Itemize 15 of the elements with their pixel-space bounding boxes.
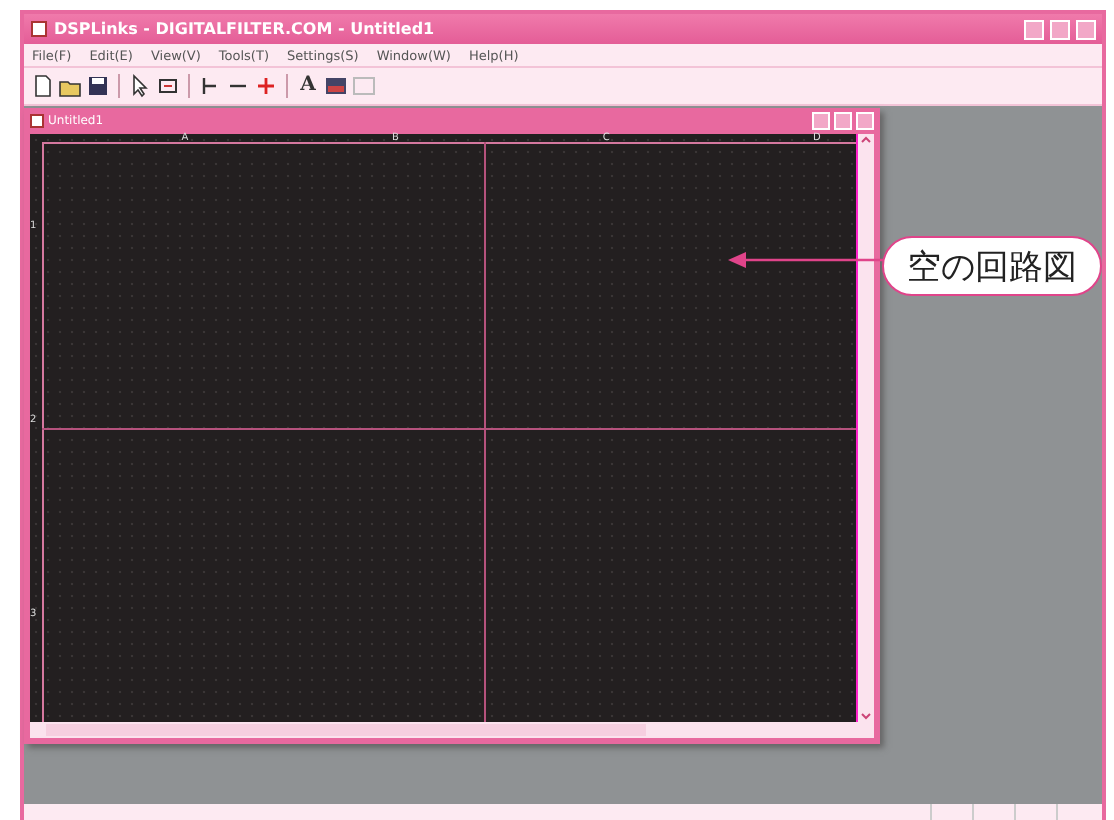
document-icon: [30, 114, 44, 128]
scroll-down-icon[interactable]: [860, 710, 872, 722]
pointer-icon[interactable]: [128, 74, 152, 98]
wire-icon[interactable]: [198, 74, 222, 98]
component-icon[interactable]: [156, 74, 180, 98]
plus-icon[interactable]: [254, 74, 278, 98]
image-icon[interactable]: [324, 74, 348, 98]
vertical-scrollbar[interactable]: [856, 134, 874, 722]
app-icon: [30, 20, 48, 38]
callout-label: 空の回路図: [882, 236, 1102, 296]
text-tool-button[interactable]: A: [296, 74, 320, 98]
window-title: DSPLinks - DIGITALFILTER.COM - Untitled1: [54, 20, 437, 38]
scroll-up-icon[interactable]: [860, 134, 872, 146]
save-icon[interactable]: [86, 74, 110, 98]
new-file-icon[interactable]: [30, 74, 54, 98]
